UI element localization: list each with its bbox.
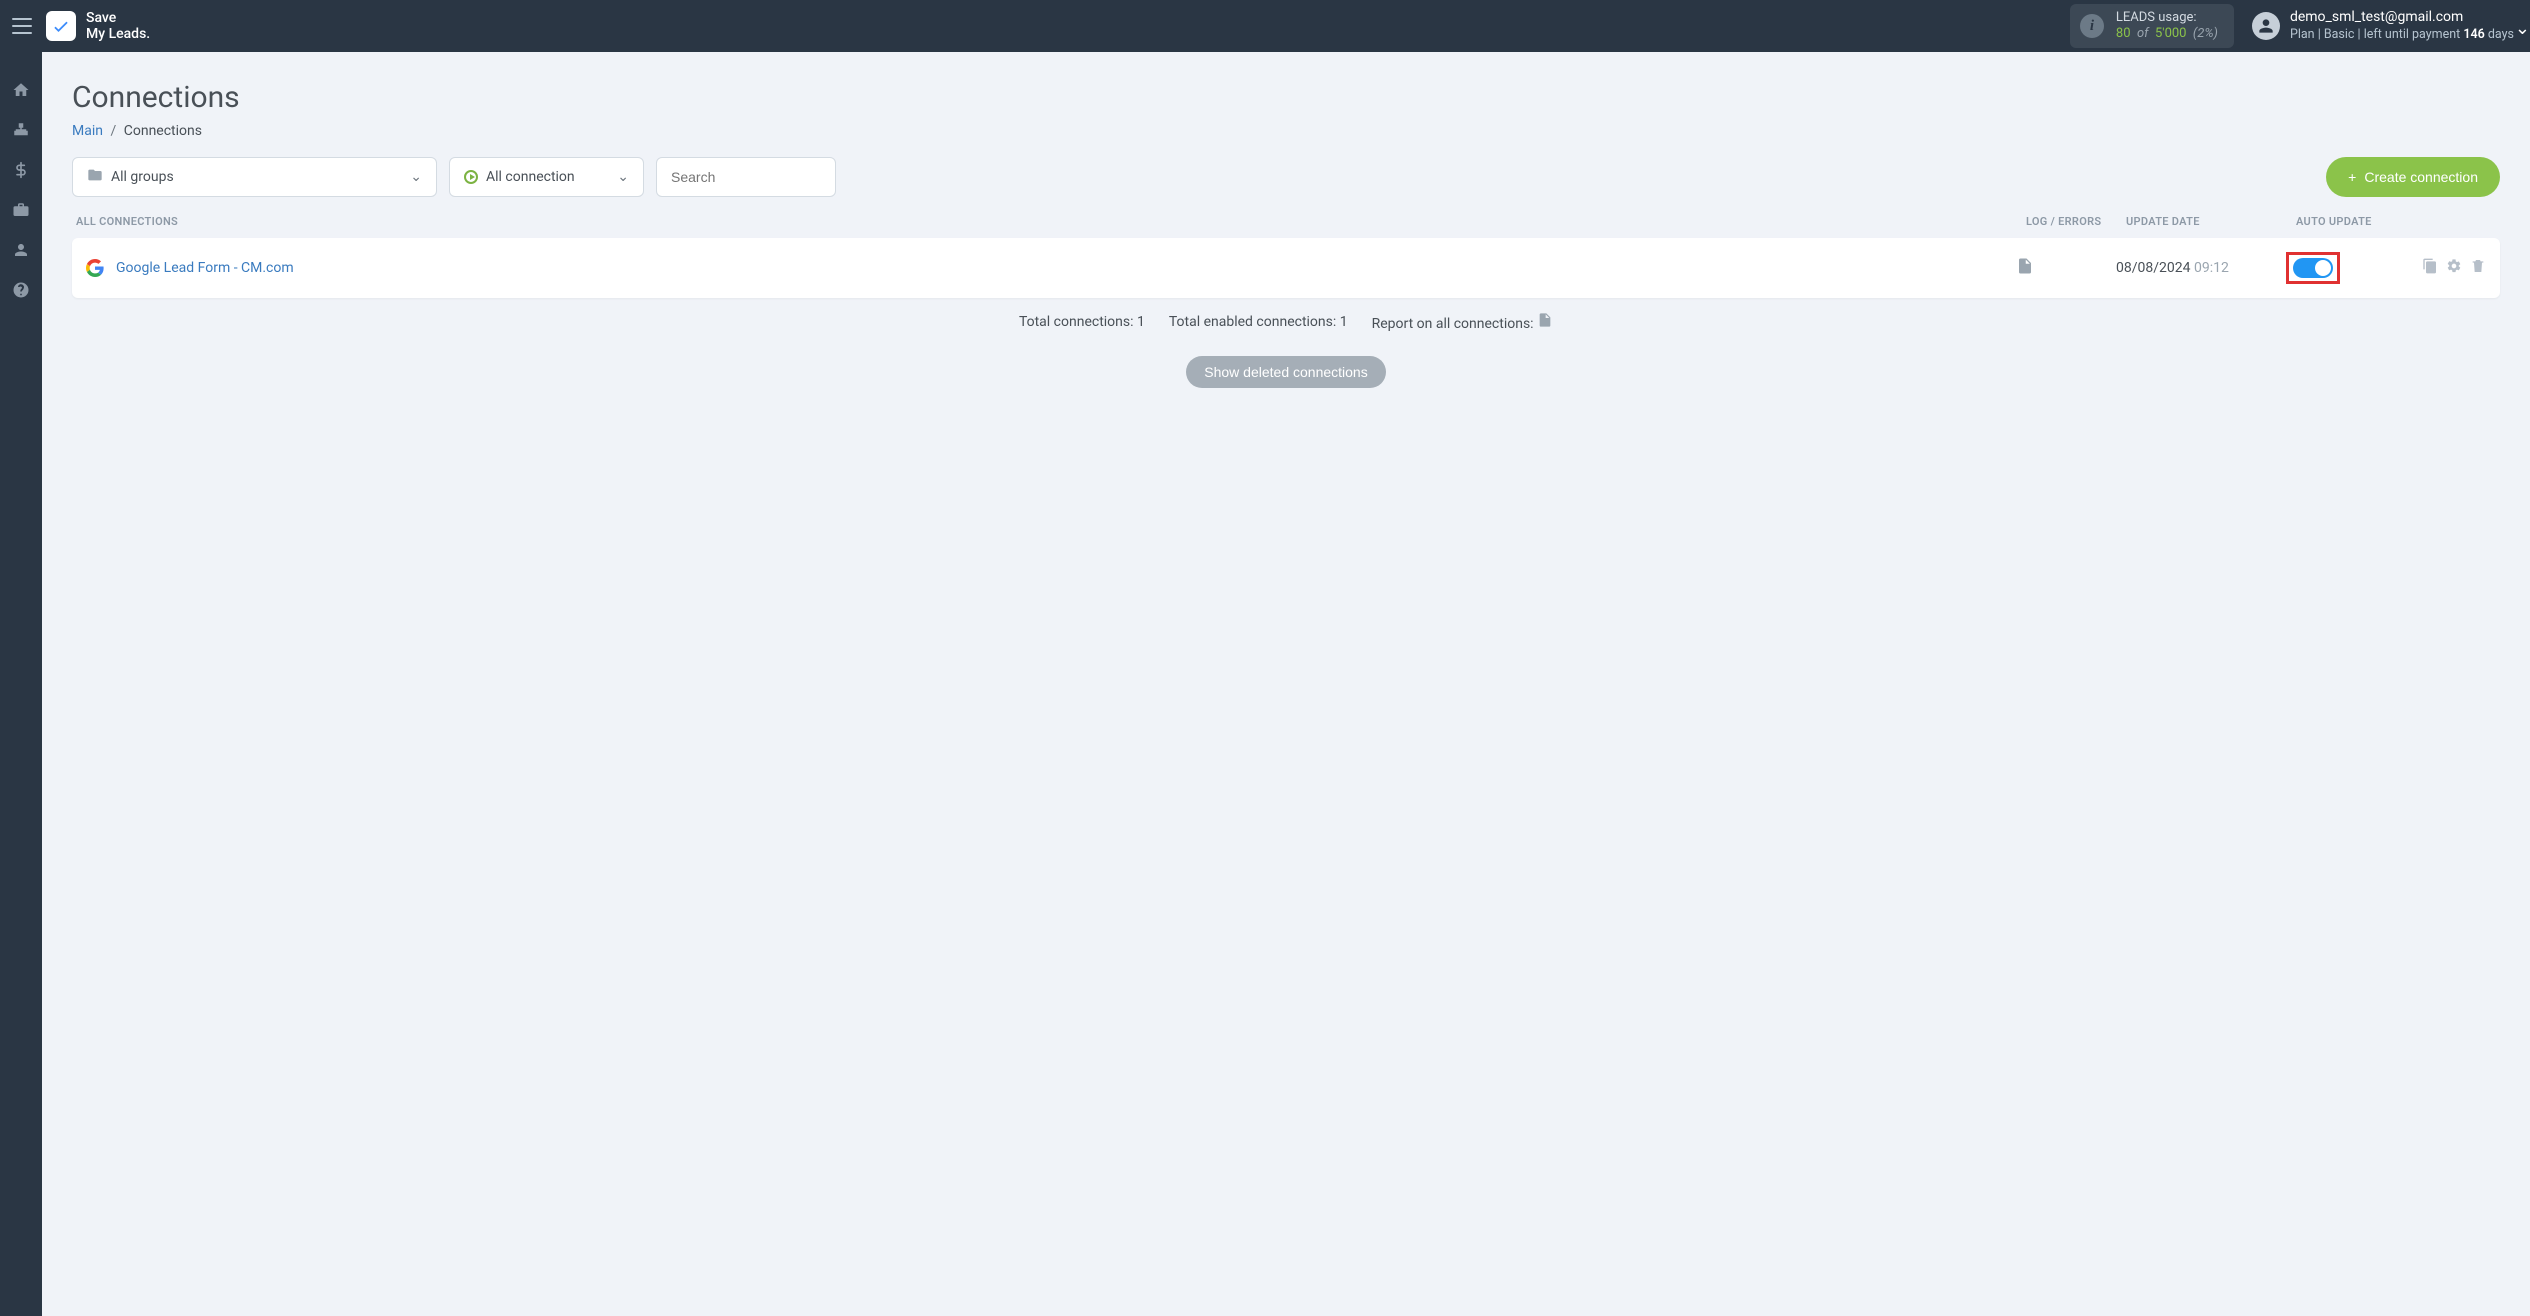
breadcrumb-main[interactable]: Main <box>72 123 103 139</box>
enabled-connections: Total enabled connections: 1 <box>1169 314 1348 330</box>
plus-icon: + <box>2348 169 2356 185</box>
help-icon[interactable] <box>11 280 31 300</box>
breadcrumb: Main / Connections <box>72 123 2500 139</box>
usage-text: LEADS usage: 80 of 5'000 (2%) <box>2116 10 2218 43</box>
menu-icon[interactable] <box>12 18 32 34</box>
avatar-icon <box>2252 12 2280 40</box>
info-icon: i <box>2080 14 2104 38</box>
leads-usage-box[interactable]: i LEADS usage: 80 of 5'000 (2%) <box>2070 4 2234 49</box>
show-deleted-button[interactable]: Show deleted connections <box>1186 356 1385 388</box>
log-icon[interactable] <box>2016 257 2034 279</box>
update-date: 08/08/2024 09:12 <box>2116 260 2286 276</box>
folder-icon <box>87 167 103 187</box>
auto-update-cell <box>2286 252 2406 284</box>
copy-icon[interactable] <box>2422 258 2438 278</box>
briefcase-icon[interactable] <box>11 200 31 220</box>
report-all: Report on all connections: <box>1372 312 1553 332</box>
breadcrumb-current: Connections <box>124 123 202 139</box>
total-connections: Total connections: 1 <box>1019 314 1145 330</box>
top-bar: Save My Leads. i LEADS usage: 80 of 5'00… <box>0 0 2530 52</box>
sidebar <box>0 52 42 1316</box>
header-auto-update: AUTO UPDATE <box>2296 215 2416 228</box>
play-icon <box>464 170 478 184</box>
auto-update-toggle[interactable] <box>2293 258 2333 278</box>
google-icon <box>86 259 104 277</box>
search-input[interactable] <box>656 157 836 197</box>
user-icon[interactable] <box>11 240 31 260</box>
connection-row: Google Lead Form - CM.com 08/08/2024 09:… <box>72 238 2500 298</box>
page-title: Connections <box>72 80 2500 115</box>
main-content: Connections Main / Connections All group… <box>42 52 2530 1316</box>
trash-icon[interactable] <box>2470 258 2486 278</box>
filters-row: All groups ⌄ All connection ⌄ + Create c… <box>72 157 2500 197</box>
create-connection-button[interactable]: + Create connection <box>2326 157 2500 197</box>
log-cell <box>2016 257 2116 279</box>
sitemap-icon[interactable] <box>11 120 31 140</box>
table-header: ALL CONNECTIONS LOG / ERRORS UPDATE DATE… <box>72 215 2500 238</box>
report-icon[interactable] <box>1537 316 1553 332</box>
groups-select[interactable]: All groups ⌄ <box>72 157 437 197</box>
highlighted-toggle <box>2286 252 2340 284</box>
logo-icon[interactable] <box>46 11 76 41</box>
chevron-down-icon: ⌄ <box>410 169 422 185</box>
connection-name-link[interactable]: Google Lead Form - CM.com <box>116 260 2016 276</box>
home-icon[interactable] <box>11 80 31 100</box>
summary-row: Total connections: 1 Total enabled conne… <box>72 312 2500 332</box>
header-update-date: UPDATE DATE <box>2126 215 2296 228</box>
chevron-down-icon[interactable]: ⌄ <box>2515 18 2530 39</box>
dollar-icon[interactable] <box>11 160 31 180</box>
user-text: demo_sml_test@gmail.com Plan | Basic | l… <box>2290 9 2514 42</box>
chevron-down-icon: ⌄ <box>617 169 629 185</box>
gear-icon[interactable] <box>2446 258 2462 278</box>
row-actions <box>2406 258 2486 278</box>
header-all-connections: ALL CONNECTIONS <box>76 215 2026 228</box>
header-log-errors: LOG / ERRORS <box>2026 215 2126 228</box>
connection-status-select[interactable]: All connection ⌄ <box>449 157 644 197</box>
user-menu[interactable]: demo_sml_test@gmail.com Plan | Basic | l… <box>2252 9 2514 42</box>
logo-text: Save My Leads. <box>86 10 150 42</box>
